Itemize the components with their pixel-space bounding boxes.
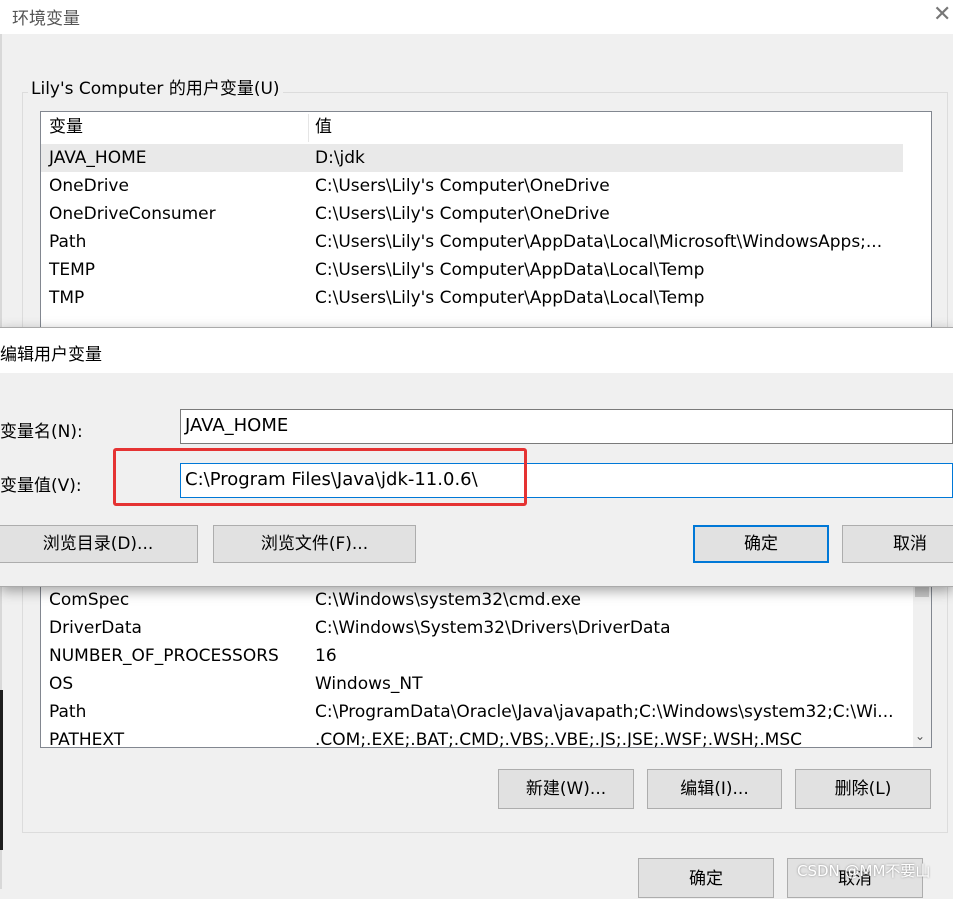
var-value: C:\Users\Lily's Computer\AppData\Local\T…: [315, 288, 705, 308]
dialog-title: 编辑用户变量: [0, 345, 102, 365]
table-row[interactable]: OneDriveConsumer C:\Users\Lily's Compute…: [41, 200, 903, 228]
env-ok-button[interactable]: 确定: [638, 858, 774, 898]
var-value: .COM;.EXE;.BAT;.CMD;.VBS;.VBE;.JS;.JSE;.…: [315, 730, 803, 748]
var-name: PATHEXT: [49, 730, 125, 748]
variable-name-input[interactable]: JAVA_HOME: [180, 409, 953, 444]
dialog-cancel-button[interactable]: 取消: [842, 525, 953, 563]
var-name: Path: [49, 702, 87, 722]
table-row[interactable]: JAVA_HOME D:\jdk: [41, 144, 903, 172]
edit-button[interactable]: 编辑(I)...: [647, 769, 782, 809]
column-header-value[interactable]: 值: [315, 112, 332, 143]
user-vars-list[interactable]: 变量 值 JAVA_HOME D:\jdk OneDrive C:\Users\…: [40, 111, 932, 331]
var-name: Path: [49, 232, 87, 252]
var-name: TEMP: [49, 260, 96, 280]
variable-name-label: 变量名(N):: [0, 422, 83, 442]
var-name: OS: [49, 674, 74, 694]
scrollbar-thumb[interactable]: [915, 587, 929, 597]
var-value: C:\Users\Lily's Computer\OneDrive: [315, 176, 610, 196]
column-divider[interactable]: [308, 114, 309, 142]
var-value: Windows_NT: [315, 674, 423, 694]
var-name: OneDriveConsumer: [49, 204, 216, 224]
watermark: CSDN @MM不要山: [797, 862, 931, 880]
var-name: DriverData: [49, 618, 142, 638]
dialog-ok-button[interactable]: 确定: [693, 525, 829, 563]
user-vars-title: Lily's Computer 的用户变量(U): [28, 74, 283, 99]
browse-directory-button[interactable]: 浏览目录(D)...: [0, 525, 198, 563]
dialog-titlebar: [0, 328, 953, 373]
var-value: C:\Windows\System32\Drivers\DriverData: [315, 618, 671, 638]
var-name: NUMBER_OF_PROCESSORS: [49, 646, 279, 666]
table-row[interactable]: ComSpec C:\Windows\system32\cmd.exe: [41, 586, 903, 614]
var-value: C:\Users\Lily's Computer\OneDrive: [315, 204, 610, 224]
delete-button[interactable]: 删除(L): [795, 769, 931, 809]
var-name: ComSpec: [49, 590, 130, 610]
table-row[interactable]: PATHEXT .COM;.EXE;.BAT;.CMD;.VBS;.VBE;.J…: [41, 726, 903, 748]
new-button[interactable]: 新建(W)...: [498, 769, 634, 809]
table-row[interactable]: TEMP C:\Users\Lily's Computer\AppData\Lo…: [41, 256, 903, 284]
window-edge: [0, 690, 3, 850]
var-value: C:\Windows\system32\cmd.exe: [315, 590, 582, 610]
table-row[interactable]: OneDrive C:\Users\Lily's Computer\OneDri…: [41, 172, 903, 200]
table-row[interactable]: OS Windows_NT: [41, 670, 903, 698]
table-row[interactable]: DriverData C:\Windows\System32\Drivers\D…: [41, 614, 903, 642]
chevron-down-icon[interactable]: ⌄: [915, 729, 925, 743]
table-row[interactable]: Path C:\Users\Lily's Computer\AppData\Lo…: [41, 228, 903, 256]
var-name: OneDrive: [49, 176, 129, 196]
system-vars-list[interactable]: ComSpec C:\Windows\system32\cmd.exe Driv…: [40, 585, 932, 748]
env-window-titlebar: [0, 0, 953, 34]
var-value: 16: [315, 646, 337, 666]
browse-file-button[interactable]: 浏览文件(F)...: [213, 525, 416, 563]
table-row[interactable]: NUMBER_OF_PROCESSORS 16: [41, 642, 903, 670]
var-value: D:\jdk: [315, 148, 365, 168]
highlight-box: [113, 448, 527, 506]
table-row[interactable]: Path C:\ProgramData\Oracle\Java\javapath…: [41, 698, 903, 726]
var-name: JAVA_HOME: [49, 148, 147, 168]
table-row[interactable]: TMP C:\Users\Lily's Computer\AppData\Loc…: [41, 284, 903, 312]
variable-value-label: 变量值(V):: [0, 476, 82, 496]
var-value: C:\ProgramData\Oracle\Java\javapath;C:\W…: [315, 702, 894, 722]
close-icon[interactable]: ✕: [933, 2, 951, 27]
var-value: C:\Users\Lily's Computer\AppData\Local\T…: [315, 260, 705, 280]
var-value: C:\Users\Lily's Computer\AppData\Local\M…: [315, 232, 883, 252]
scrollbar[interactable]: ⌄: [913, 585, 931, 747]
edit-variable-dialog: 编辑用户变量 变量名(N): JAVA_HOME 变量值(V): C:\Prog…: [0, 327, 953, 587]
var-name: TMP: [49, 288, 85, 308]
column-header-name[interactable]: 变量: [49, 112, 83, 143]
env-window-title: 环境变量: [12, 9, 80, 29]
